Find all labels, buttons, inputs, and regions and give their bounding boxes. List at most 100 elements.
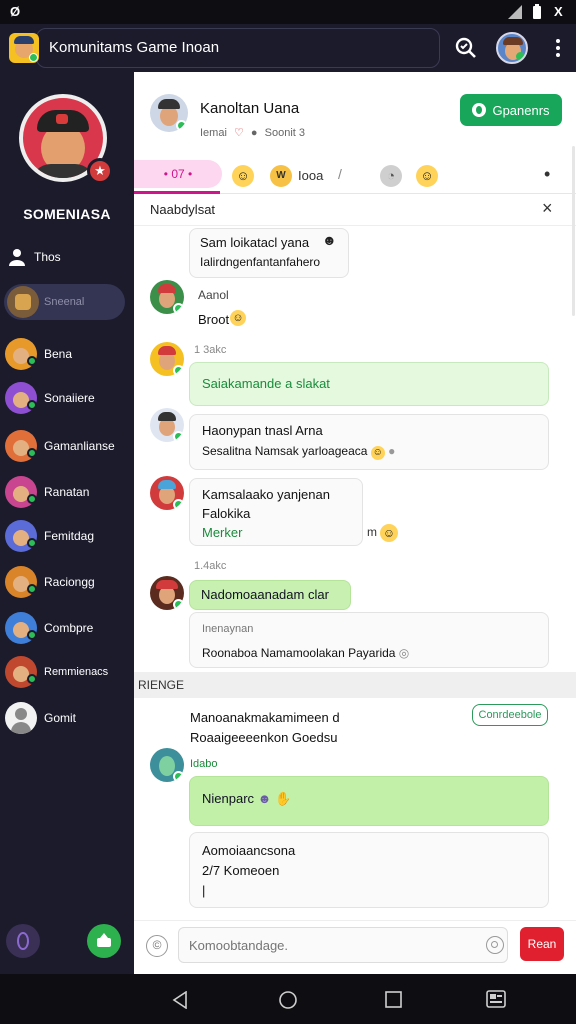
heart-icon: ♡ (233, 127, 244, 139)
avatar[interactable] (150, 408, 184, 442)
chat-name: Kanoltan Uana (200, 100, 300, 117)
emoji-icon: ☺ (370, 446, 385, 460)
user-avatar[interactable] (496, 32, 528, 64)
composer: © Rean (134, 920, 576, 974)
tab-bar: • 07 • ☺ W Iooa / ◔ ☺ • (134, 158, 576, 194)
message-bubble[interactable]: Saiakamande a slakat (189, 362, 549, 406)
reaction-emoji-icon[interactable]: ☺ (380, 524, 398, 542)
sidebar-item-label: Combpre (44, 621, 94, 635)
scrollbar[interactable] (572, 146, 575, 316)
join-icon (472, 103, 487, 117)
app-icon[interactable] (9, 33, 39, 63)
sidebar-item-remmienacs[interactable]: Remmienacs (0, 652, 134, 692)
back-icon[interactable] (172, 991, 188, 1009)
more-dot-icon[interactable]: • (544, 164, 550, 185)
emoji-icon: ✋ (274, 791, 292, 806)
avatar[interactable] (150, 280, 184, 314)
message-text: Broot (198, 312, 230, 327)
chat-bubble-icon[interactable]: ◔ (380, 165, 402, 187)
contribute-button[interactable]: Conrdeebole (472, 704, 548, 726)
status-left-icon: Ø (10, 4, 21, 19)
recents-icon[interactable] (385, 991, 402, 1008)
sidebar-item-gamanlianse[interactable]: Gamanlianse (0, 426, 134, 466)
sender-name: Aanol (198, 288, 229, 302)
post-text: Manoanakmakamimeen d Roaaigeeeenkon Goed… (190, 710, 340, 745)
message-bubble[interactable]: Kamsalaako yanjenan Falokika Merker (189, 478, 363, 546)
message-bubble[interactable]: Haonypan tnasl Arna Sesalitna Namsak yar… (189, 414, 549, 470)
app-title: Komunitams Game Inoan (49, 39, 220, 56)
tab-active[interactable]: • 07 • (134, 160, 222, 188)
sidebar-item-gomit[interactable]: Gomit (0, 698, 134, 738)
close-icon[interactable]: X (554, 4, 563, 20)
join-button[interactable]: Gpanenrs (460, 94, 562, 126)
sidebar-item-sneenal[interactable]: Sneenal (4, 284, 125, 320)
keyboard-icon[interactable] (486, 990, 506, 1008)
reaction-text: m (367, 525, 377, 539)
sidebar-item-label: Thos (34, 250, 61, 264)
message-bubble[interactable]: Nienparc ☻ ✋ (189, 776, 549, 826)
message-bubble[interactable]: Inenaynan Roonaboa Namamoolakan Payarida… (189, 612, 549, 668)
sidebar-item-bena[interactable]: Bena (0, 334, 134, 374)
emoji-icon: ☻ (322, 232, 337, 248)
game-thumbnail (7, 286, 39, 318)
sidebar-item-combpre[interactable]: Combpre (0, 608, 134, 648)
search-icon[interactable] (452, 36, 480, 60)
pencil-icon[interactable]: / (338, 166, 342, 182)
globe-icon: ● (250, 127, 258, 139)
close-icon[interactable]: × (542, 198, 553, 219)
emoji-smile-icon[interactable]: ☺ (416, 165, 438, 187)
profile-badge: ★ (87, 158, 113, 184)
sidebar-item-label: Sonaiiere (44, 391, 95, 405)
sidebar-item-femitdag[interactable]: Femitdag (0, 516, 134, 556)
more-menu-icon[interactable] (544, 36, 572, 60)
emoji-laugh-icon[interactable]: ☺ (232, 165, 254, 187)
sidebar-item-ranatan[interactable]: Ranatan (0, 472, 134, 512)
sidebar-item-label: Sneenal (44, 296, 85, 308)
title-bar[interactable]: Komunitams Game Inoan (36, 28, 440, 68)
section-header: RIENGE (134, 672, 576, 698)
avatar[interactable] (150, 576, 184, 610)
system-nav-bar (0, 974, 576, 1024)
emoji-icon: ☺ (230, 310, 246, 326)
send-button[interactable]: Rean (520, 927, 564, 961)
sidebar: ★ SOMENIASA Thos Sneenal Bena Sonaiiere … (0, 72, 134, 974)
message-bubble[interactable]: Aomoiaancsona 2/7 Komeoen | (189, 832, 549, 908)
chat-panel: Kanoltan Uana Iemai ♡ ● Soonit 3 Gpanenr… (134, 72, 576, 974)
timestamp: 1.4akc (194, 560, 227, 572)
subheader-title: Naabdylsat (150, 202, 216, 217)
person-icon (9, 249, 25, 266)
emoji-picker-icon[interactable] (486, 936, 504, 954)
sidebar-item-label: Ranatan (44, 485, 90, 499)
chat-avatar[interactable] (150, 94, 188, 132)
message-input[interactable] (178, 927, 508, 963)
coin-icon[interactable]: W (270, 165, 292, 187)
sidebar-item-sonaiiere[interactable]: Sonaiiere (0, 378, 134, 418)
battery-icon (533, 4, 541, 19)
message-bubble[interactable]: Nadomoaanadam clar (189, 580, 351, 610)
profile-name: SOMENIASA (23, 206, 111, 222)
timestamp: 1 3akc (194, 344, 227, 356)
subheader: Naabdylsat × (134, 194, 576, 226)
tab-text[interactable]: Iooa (298, 168, 323, 183)
avatar[interactable] (150, 476, 184, 510)
home-icon[interactable] (278, 990, 298, 1010)
sidebar-item-label: Bena (44, 347, 73, 361)
emoji-icon: ☻ (257, 791, 272, 806)
avatar[interactable] (150, 748, 184, 782)
sidebar-item-label: Gomit (44, 711, 77, 725)
signal-icon (508, 5, 522, 19)
status-bar: Ø X (0, 0, 576, 24)
top-bar: Komunitams Game Inoan (0, 24, 576, 72)
chat-subtitle: Iemai ♡ ● Soonit 3 (200, 127, 305, 139)
upload-icon (97, 933, 111, 947)
attach-icon[interactable]: © (146, 935, 168, 957)
avatar[interactable] (150, 342, 184, 376)
create-button[interactable] (6, 924, 40, 958)
group-avatar (5, 702, 37, 734)
sidebar-item-thos[interactable]: Thos (0, 237, 134, 277)
globe-icon: ● (388, 444, 396, 458)
sidebar-item-label: Femitdag (44, 529, 95, 543)
sidebar-item-raciongg[interactable]: Raciongg (0, 562, 134, 602)
timestamp: Idabo (190, 758, 218, 770)
upload-button[interactable] (87, 924, 121, 958)
